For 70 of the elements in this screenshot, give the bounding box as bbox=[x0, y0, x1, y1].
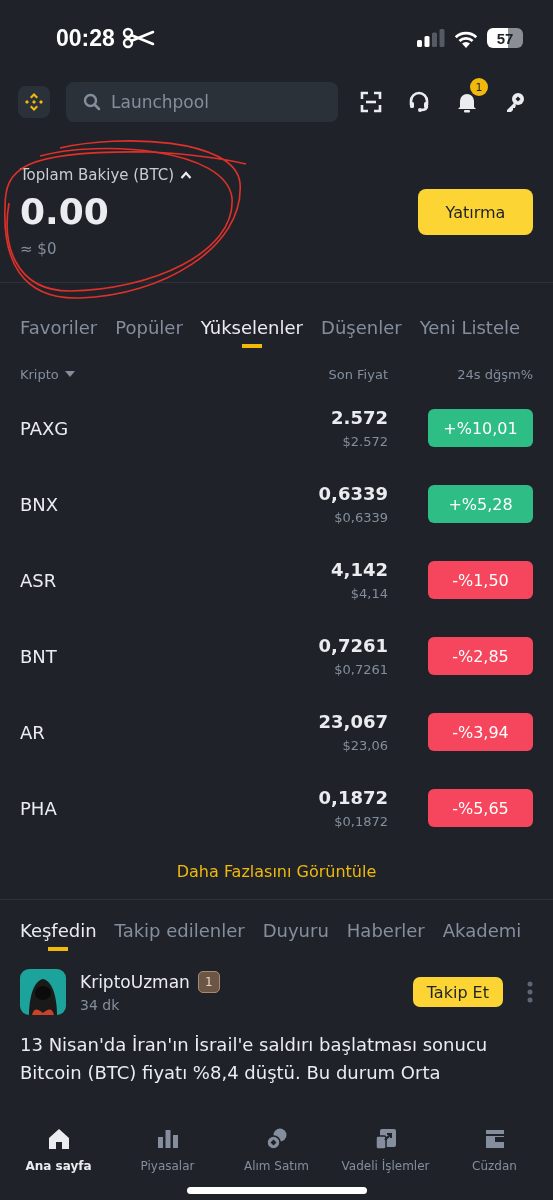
price-usd: $2.572 bbox=[341, 434, 388, 449]
nav-tab[interactable]: Cüzdan bbox=[440, 1127, 549, 1173]
balance-usd: ≈ $0 bbox=[20, 240, 58, 258]
nav-tab[interactable]: Alım Satım bbox=[222, 1127, 331, 1173]
change-badge[interactable]: -%2,85 bbox=[428, 637, 533, 675]
feed-tab[interactable]: Takip edilenler bbox=[114, 920, 245, 955]
market-tab[interactable]: Popüler bbox=[115, 317, 183, 352]
column-header: 24s dğşm% bbox=[456, 366, 533, 382]
coins-icon bbox=[264, 1127, 289, 1151]
last-price: 2.572 bbox=[330, 407, 388, 428]
nav-tab[interactable]: Piyasalar bbox=[113, 1127, 222, 1173]
market-tab[interactable]: Yükselenler bbox=[200, 317, 303, 352]
author-name[interactable]: KriptoUzman bbox=[80, 972, 190, 992]
bar-chart-icon bbox=[155, 1127, 180, 1151]
market-tab[interactable]: Düşenler bbox=[321, 317, 402, 352]
feed-tab[interactable]: Duyuru bbox=[262, 920, 329, 955]
price-usd: $4,14 bbox=[349, 586, 388, 601]
market-tab[interactable]: Yeni Listele bbox=[419, 317, 521, 352]
clock-time: 00:28 bbox=[56, 24, 115, 52]
coin-symbol[interactable]: ASR bbox=[20, 569, 228, 591]
notification-badge: 1 bbox=[470, 78, 488, 96]
view-more-link[interactable]: Daha Fazlasını Görüntüle bbox=[176, 862, 377, 881]
balance-toggle[interactable]: Toplam Bakiye (BTC) bbox=[20, 166, 192, 184]
signal-icon bbox=[417, 29, 445, 47]
coin-symbol[interactable]: PHA bbox=[20, 797, 228, 819]
nav-tab[interactable]: Ana sayfa bbox=[4, 1127, 113, 1173]
balance-amount: 0.00 bbox=[20, 190, 110, 234]
search-field[interactable]: Launchpool bbox=[66, 82, 338, 122]
feed-tab[interactable]: Haberler bbox=[346, 920, 425, 955]
price-usd: $0,1872 bbox=[333, 814, 388, 829]
price-usd: $23,06 bbox=[341, 738, 388, 753]
post-text: 13 Nisan'da İran'ın İsrail'e saldırı başlatması sonucu Bitcoin (BTC) fiyatı %8,4 düştü. Bu durum Orta bbox=[20, 1033, 489, 1085]
price-usd: $0,6339 bbox=[333, 510, 388, 525]
follow-button[interactable]: Takip Et bbox=[412, 977, 503, 1007]
scan-icon[interactable] bbox=[360, 91, 382, 113]
last-price: 0,7261 bbox=[317, 635, 388, 656]
rank-badge: 1 bbox=[197, 971, 220, 993]
coin-symbol[interactable]: BNX bbox=[20, 493, 228, 515]
key-icon[interactable] bbox=[504, 91, 526, 113]
scissors-icon bbox=[120, 27, 155, 49]
sort-column-header[interactable]: Kripto bbox=[20, 366, 228, 382]
battery-level: 57 bbox=[496, 29, 514, 47]
headset-icon[interactable] bbox=[408, 91, 430, 113]
coin-symbol[interactable]: BNT bbox=[20, 645, 228, 667]
post-time: 34 dk bbox=[80, 997, 121, 1013]
column-header: Son Fiyat bbox=[327, 366, 388, 382]
market-tab[interactable]: Favoriler bbox=[20, 317, 98, 352]
coin-symbol[interactable]: AR bbox=[20, 721, 228, 743]
avatar[interactable] bbox=[20, 969, 66, 1015]
search-icon bbox=[83, 93, 101, 111]
last-price: 0,1872 bbox=[317, 787, 388, 808]
document-arrow-icon bbox=[373, 1127, 398, 1151]
change-badge[interactable]: -%1,50 bbox=[428, 561, 533, 599]
change-badge[interactable]: -%5,65 bbox=[428, 789, 533, 827]
sort-caret-icon bbox=[64, 371, 75, 377]
feed-tab[interactable]: Akademi bbox=[442, 920, 522, 955]
diamond-logo-icon bbox=[23, 91, 45, 113]
change-badge[interactable]: -%3,94 bbox=[428, 713, 533, 751]
more-options-icon[interactable] bbox=[527, 980, 533, 1004]
last-price: 0,6339 bbox=[317, 483, 388, 504]
home-icon bbox=[46, 1127, 71, 1151]
bell-icon[interactable] bbox=[456, 91, 478, 113]
deposit-button[interactable]: Yatırma bbox=[418, 189, 533, 235]
coin-symbol[interactable]: PAXG bbox=[20, 417, 228, 439]
logo-button[interactable] bbox=[18, 86, 50, 118]
last-price: 23,067 bbox=[317, 711, 388, 732]
feed-tab[interactable]: Keşfedin bbox=[20, 920, 97, 955]
nav-tab[interactable]: Vadeli İşlemler bbox=[331, 1127, 440, 1173]
price-usd: $0,7261 bbox=[333, 662, 388, 677]
last-price: 4,142 bbox=[330, 559, 388, 580]
